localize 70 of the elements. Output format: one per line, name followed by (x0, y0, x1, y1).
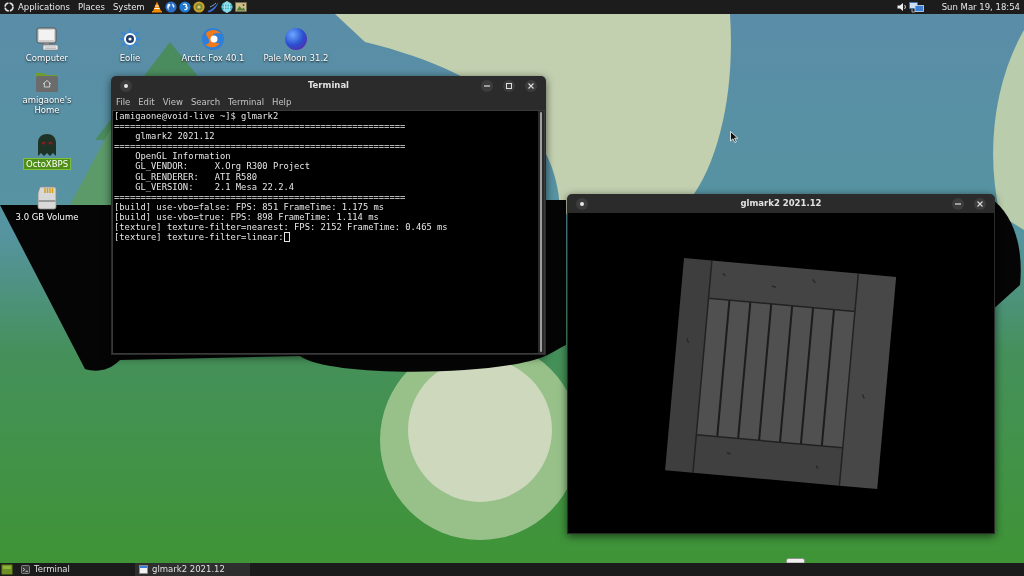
swoosh-icon[interactable] (206, 1, 219, 13)
maximize-button[interactable] (503, 79, 515, 92)
globe-icon[interactable] (220, 1, 233, 13)
dot-icon (580, 201, 584, 206)
terminal-line: ======================================================= (114, 141, 406, 152)
terminal-icon (21, 565, 30, 574)
terminal-line: [build] use-vbo=false: FPS: 851 FrameTime: 1.175 ms (114, 201, 385, 212)
minimize-icon (484, 84, 490, 87)
mouse-pointer-icon (730, 131, 738, 143)
taskbar-button[interactable]: Terminal (17, 563, 132, 576)
minimize-button[interactable] (952, 197, 964, 210)
minimize-button[interactable] (481, 79, 493, 92)
traffic-cone-icon[interactable] (150, 1, 163, 13)
terminal-line: ======================================================= (114, 191, 406, 202)
icon-label[interactable]: 3.0 GB Volume (15, 212, 79, 222)
ghost-icon[interactable] (35, 133, 59, 157)
show-desktop-icon[interactable] (1, 564, 13, 575)
window-menu-button[interactable] (120, 79, 132, 92)
menu-item[interactable]: Terminal (228, 95, 264, 110)
sd-card-icon[interactable] (35, 186, 59, 210)
volume-icon[interactable] (896, 2, 907, 12)
emblem-icon[interactable] (192, 1, 205, 13)
maximize-icon (506, 82, 512, 89)
computer-icon[interactable] (35, 27, 59, 51)
close-button[interactable] (974, 197, 986, 210)
terminal-line: GL_VERSION: 2.1 Mesa 22.2.4 (135, 181, 295, 192)
icon-label[interactable]: Computer (25, 53, 69, 63)
window-title: Terminal (307, 79, 350, 92)
close-icon (977, 200, 983, 207)
icon-label[interactable]: Pale Moon 31.2 (263, 53, 329, 63)
sphere-icon[interactable] (284, 27, 308, 51)
terminal-line: ======================================================= (114, 121, 406, 132)
text-cursor-icon (284, 232, 291, 243)
window-title: glmark2 2021.12 (740, 197, 822, 210)
menu-item[interactable]: File (116, 95, 131, 110)
icon-label[interactable]: Arctic Fox 40.1 (181, 53, 245, 63)
clock[interactable]: Sun Mar 19, 18:54 (941, 0, 1020, 14)
terminal-line: [build] use-vbo=true: FPS: 898 FrameTime: 1.114 ms (114, 211, 379, 223)
close-icon (528, 82, 534, 89)
terminal-line: GL_VENDOR: X.Org R300 Project (135, 161, 310, 172)
panel-menu[interactable]: System (108, 0, 149, 14)
ring-icon (4, 2, 14, 12)
close-button[interactable] (525, 79, 537, 92)
picture-icon[interactable] (234, 1, 247, 13)
window-menu-button[interactable] (576, 197, 588, 210)
icon-label[interactable]: OctoXBPS (22, 158, 72, 170)
menu-item[interactable]: View (162, 95, 183, 110)
panel-menu[interactable]: Places (73, 0, 109, 14)
terminal-line: [texture] texture-filter=nearest: FPS: 2152 FrameTime: 0.465 ms (114, 222, 448, 233)
icon-label[interactable]: Eolie (119, 53, 141, 63)
swirl-icon[interactable] (178, 1, 191, 13)
partial-icon (786, 558, 805, 563)
globe-icon[interactable] (164, 1, 177, 13)
terminal-line: [texture] texture-filter=linear: (114, 232, 284, 243)
minimize-icon (955, 202, 961, 205)
terminal-line: GL_RENDERER: ATI R580 (135, 171, 257, 182)
panel-menu[interactable]: Applications (0, 0, 74, 14)
menu-item[interactable]: Search (190, 95, 221, 110)
terminal-line: [amigaone@void-live ~]$ glmark2 (114, 111, 279, 122)
dot-icon (124, 83, 128, 88)
menu-item[interactable]: Help (272, 95, 292, 110)
terminal-line: glmark2 2021.12 (135, 131, 215, 142)
menu-item[interactable]: Edit (138, 95, 155, 110)
fox-globe-icon[interactable] (201, 27, 225, 51)
window-icon (139, 565, 148, 574)
star-icon[interactable] (118, 27, 142, 51)
network-icon[interactable] (908, 1, 924, 13)
terminal-line: OpenGL Information (135, 151, 231, 162)
taskbar-button[interactable]: glmark2 2021.12 (135, 563, 250, 576)
icon-label[interactable]: amigaone's Home (10, 95, 84, 115)
